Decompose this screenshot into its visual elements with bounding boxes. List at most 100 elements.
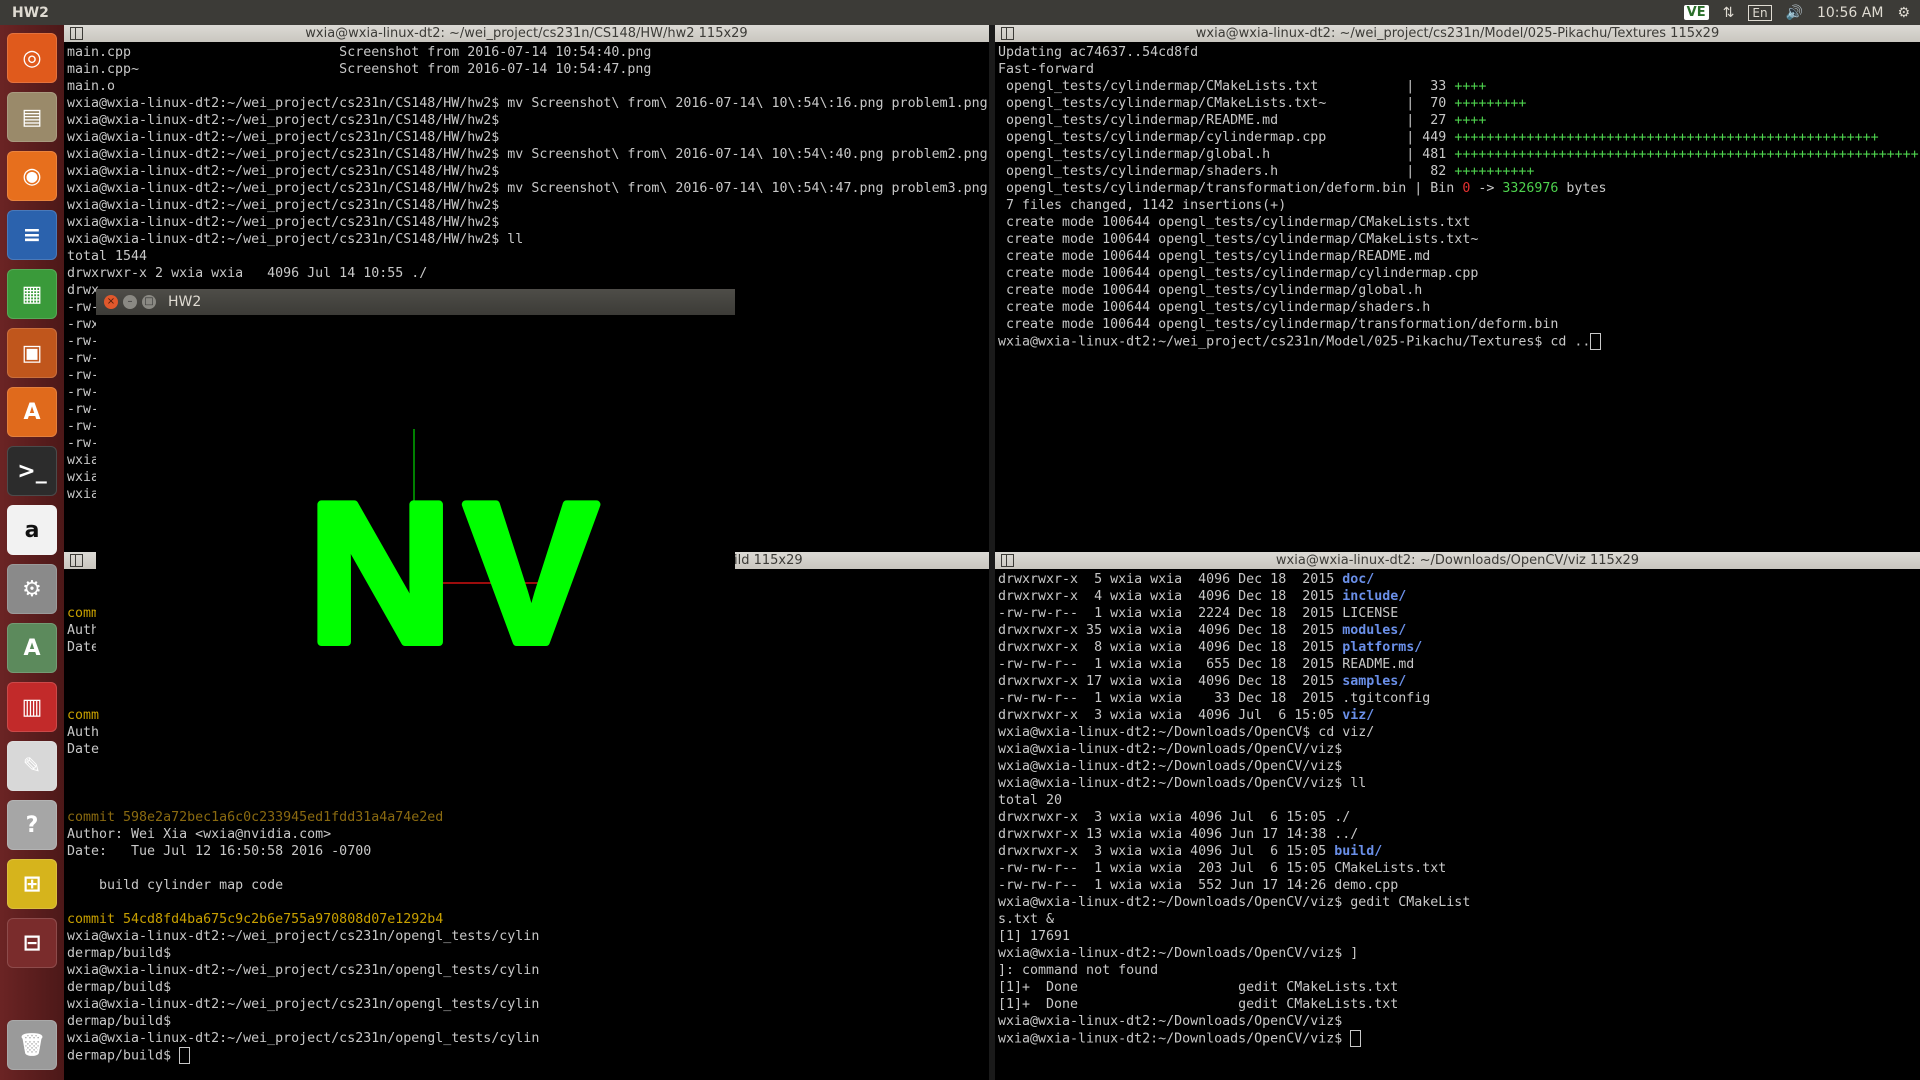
- gedit-glyph: ✎: [22, 753, 42, 779]
- terminal-line-text: wxia@wxia-linux-dt2:~/wei_project/cs231n…: [67, 215, 500, 230]
- terminal-line: create mode 100644 opengl_tests/cylinder…: [998, 214, 1917, 231]
- terminal-line: Author: Wei Xia <wxia@nvidia.com>: [67, 826, 986, 843]
- terminal-line: wxia@wxia-linux-dt2:~/Downloads/OpenCV/v…: [998, 1013, 1917, 1030]
- terminal-line-text: wxia@wxia-linux-dt2:~/wei_project/cs231n…: [998, 334, 1591, 350]
- tab-icon[interactable]: [70, 27, 83, 40]
- hw2-window[interactable]: × – □ HW2 NV: [96, 289, 735, 679]
- maximize-icon[interactable]: □: [142, 295, 156, 309]
- terminal-line-text: -rw-: [67, 402, 100, 417]
- files-icon[interactable]: ▤: [7, 92, 57, 142]
- terminal-cursor: [179, 1047, 191, 1064]
- terminal-line-text: -rwx: [67, 317, 100, 332]
- terminal-line: build cylinder map code: [67, 877, 986, 894]
- firefox-icon[interactable]: ◉: [7, 151, 57, 201]
- vertical-split-divider[interactable]: [989, 25, 995, 1080]
- opengl-canvas[interactable]: NV: [96, 315, 735, 679]
- dash-home-icon[interactable]: ◎: [7, 33, 57, 83]
- terminal-line-text: wxia@wxia-linux-dt2:~/wei_project/cs231n…: [67, 130, 500, 145]
- clock[interactable]: 10:56 AM: [1817, 5, 1883, 21]
- gedit-icon[interactable]: ✎: [7, 741, 57, 791]
- tab-icon[interactable]: [70, 554, 83, 567]
- hw2-title-bar[interactable]: × – □ HW2: [96, 289, 735, 315]
- tab-icon[interactable]: [1001, 554, 1014, 567]
- terminal-line-text: wxia@wxia-linux-dt2:~/wei_project/cs231n…: [67, 198, 500, 213]
- terminal-line: wxia@wxia-linux-dt2:~/wei_project/cs231n…: [67, 180, 988, 197]
- terminal-output[interactable]: Updating ac74637..54cd8fd Fast-forward op…: [998, 44, 1919, 551]
- terminal-line: commit 54cd8fd4ba675c9c2b6e755a970808d07…: [67, 911, 986, 928]
- workspace-switcher-icon[interactable]: ⊟: [7, 918, 57, 968]
- terminal-line: [1]+ Done gedit CMakeLists.txt: [998, 996, 1917, 1013]
- terminal-output[interactable]: drwxrwxr-x 5 wxia wxia 4096 Dec 18 2015 …: [998, 571, 1917, 1080]
- terminal-line: create mode 100644 opengl_tests/cylinder…: [998, 316, 1917, 333]
- terminal-title-bar[interactable]: wxia@wxia-linux-dt2: ~/wei_project/cs231…: [64, 25, 989, 42]
- directory-name: modules/: [1342, 623, 1407, 638]
- terminal-title-bar[interactable]: wxia@wxia-linux-dt2: ~/wei_project/cs231…: [995, 25, 1920, 42]
- indicator-area: VE ⇅ En 🔊 10:56 AM ⚙: [1683, 0, 1920, 25]
- directory-name: viz/: [1342, 708, 1375, 723]
- terminal-line: opengl_tests/cylindermap/transformation/…: [998, 180, 1917, 197]
- remmina-icon[interactable]: ▥: [7, 682, 57, 732]
- terminal-line-text: [1]+ Done gedit CMakeLists.txt: [998, 997, 1399, 1012]
- terminal-line: wxia@wxia-linux-dt2:~/Downloads/OpenCV/v…: [998, 945, 1917, 962]
- terminal-icon[interactable]: >_: [7, 446, 57, 496]
- calc-icon[interactable]: ▦: [7, 269, 57, 319]
- terminal-line: comm: [67, 707, 986, 724]
- software-updater-icon[interactable]: A: [7, 623, 57, 673]
- directory-name: build/: [1334, 844, 1383, 859]
- tab-icon[interactable]: [1001, 27, 1014, 40]
- terminal-line: drwxrwxr-x 3 wxia wxia 4096 Jul 6 15:05 …: [998, 809, 1917, 826]
- terminal-line: drwxrwxr-x 2 wxia wxia 4096 Jul 14 10:55…: [67, 265, 986, 282]
- terminal-line-text: -rw-rw-r-- 1 wxia wxia 2224 Dec 18 2015 …: [998, 606, 1399, 621]
- keyboard-language-indicator[interactable]: En: [1748, 4, 1772, 21]
- terminal-line-text: Date: [67, 742, 100, 757]
- terminal-title-bar[interactable]: wxia@wxia-linux-dt2: ~/Downloads/OpenCV/…: [995, 552, 1920, 569]
- terminal-top-right[interactable]: wxia@wxia-linux-dt2: ~/wei_project/cs231…: [995, 25, 1920, 551]
- terminal-line: dermap/build$: [67, 979, 986, 996]
- terminal-line: dermap/build$: [67, 1013, 986, 1030]
- terminal-line: create mode 100644 opengl_tests/cylinder…: [998, 231, 1917, 248]
- terminal-line: drwxrwxr-x 4 wxia wxia 4096 Dec 18 2015 …: [998, 588, 1917, 605]
- terminal-line-text: drwxrwxr-x 3 wxia wxia 4096 Jul 6 15:05: [998, 708, 1343, 723]
- workspace-switcher-active-icon[interactable]: ⊞: [7, 859, 57, 909]
- terminal-line-text: drwxrwxr-x 3 wxia wxia 4096 Jul 6 15:05 …: [998, 810, 1351, 825]
- help-icon[interactable]: ?: [7, 800, 57, 850]
- impress-icon[interactable]: ▣: [7, 328, 57, 378]
- terminal-line-text: -rw-: [67, 436, 100, 451]
- terminal-line-text: wxia: [67, 453, 100, 468]
- terminal-line: -rw-rw-r-- 1 wxia wxia 2224 Dec 18 2015 …: [998, 605, 1917, 622]
- system-settings-icon[interactable]: ⚙: [7, 564, 57, 614]
- terminal-line: Updating ac74637..54cd8fd: [998, 44, 1917, 61]
- terminal-line: -rw-rw-r-- 1 wxia wxia 655 Dec 18 2015 R…: [998, 656, 1917, 673]
- amazon-icon[interactable]: a: [7, 505, 57, 555]
- terminal-bottom-right[interactable]: wxia@wxia-linux-dt2: ~/Downloads/OpenCV/…: [995, 552, 1920, 1080]
- network-arrows-icon[interactable]: ⇅: [1723, 5, 1735, 21]
- trash-glyph: 🗑: [18, 1032, 46, 1058]
- terminal-line-text: wxia@wxia-linux-dt2:~/wei_project/cs231n…: [67, 232, 524, 247]
- terminal-line: wxia@wxia-linux-dt2:~/Downloads/OpenCV/v…: [998, 758, 1917, 775]
- terminal-line-text: opengl_tests/cylindermap/transformation/…: [998, 181, 1463, 196]
- terminal-line-text: -rw-: [67, 334, 100, 349]
- vpn-indicator-icon[interactable]: VE: [1683, 5, 1709, 20]
- trash-icon[interactable]: 🗑: [7, 1020, 57, 1070]
- software-center-icon[interactable]: A: [7, 387, 57, 437]
- gear-icon[interactable]: ⚙: [1897, 5, 1910, 21]
- volume-icon[interactable]: 🔊: [1786, 5, 1803, 21]
- terminal-line: drwxrwxr-x 13 wxia wxia 4096 Jun 17 14:3…: [998, 826, 1917, 843]
- terminal-line: opengl_tests/cylindermap/CMakeLists.txt~…: [998, 95, 1917, 112]
- terminal-line-text: drwxrwxr-x 35 wxia wxia 4096 Dec 18 2015: [998, 623, 1343, 638]
- impress-glyph: ▣: [21, 340, 43, 366]
- terminal-line: main.cpp Screenshot from 2016-07-14 10:5…: [67, 44, 986, 61]
- directory-name: include/: [1342, 589, 1407, 604]
- minimize-icon[interactable]: –: [123, 295, 137, 309]
- writer-icon[interactable]: ≡: [7, 210, 57, 260]
- terminal-line-text: -rw-rw-r-- 1 wxia wxia 552 Jun 17 14:26 …: [998, 878, 1399, 893]
- terminal-line-text: create mode 100644 opengl_tests/cylinder…: [998, 266, 1479, 281]
- close-icon[interactable]: ×: [104, 295, 118, 309]
- terminal-line-text: s.txt &: [998, 912, 1055, 927]
- terminal-line: drwxrwxr-x 3 wxia wxia 4096 Jul 6 15:05 …: [998, 843, 1917, 860]
- terminal-line-text: main.cpp~ Screenshot from 2016-07-14 10:…: [67, 62, 652, 77]
- terminal-line-text: comm: [67, 606, 100, 621]
